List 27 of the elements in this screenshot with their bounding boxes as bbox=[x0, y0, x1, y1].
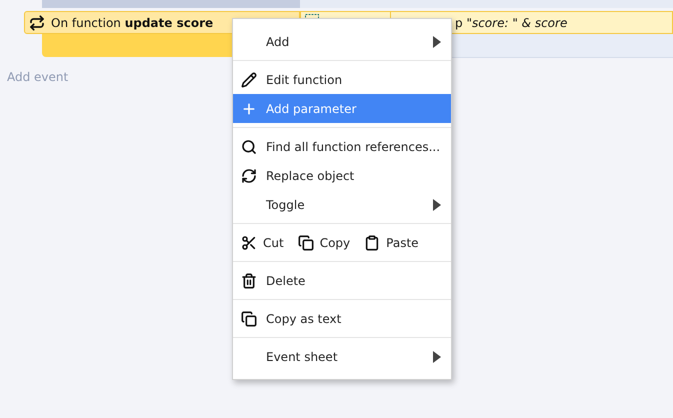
condition-text: On function update score bbox=[51, 16, 214, 30]
menu-item[interactable]: Replace object bbox=[233, 161, 451, 190]
copy-icon bbox=[241, 310, 257, 326]
submenu-caret-icon bbox=[433, 198, 441, 210]
menu-item[interactable]: Edit function bbox=[233, 65, 451, 94]
scissors-icon bbox=[241, 234, 257, 250]
search-icon bbox=[241, 138, 257, 154]
menu-item[interactable]: Copy as text bbox=[233, 304, 451, 333]
trash-icon bbox=[241, 272, 257, 288]
menu-item[interactable]: Event sheet bbox=[233, 342, 451, 371]
plus-icon bbox=[241, 100, 257, 116]
copy-icon bbox=[298, 234, 314, 250]
text-object-icon bbox=[305, 14, 319, 20]
menu-item[interactable]: Toggle bbox=[233, 190, 451, 219]
menu-button[interactable]: Paste bbox=[364, 234, 419, 250]
clipboard-icon bbox=[364, 234, 380, 250]
refresh-icon bbox=[241, 168, 257, 184]
action-text: p "score: " & score bbox=[455, 16, 568, 30]
menu-item[interactable]: Delete bbox=[233, 266, 451, 295]
menu-button[interactable]: Cut bbox=[241, 234, 284, 250]
pencil-icon bbox=[241, 72, 257, 88]
menu-item[interactable]: Add parameter bbox=[233, 94, 451, 123]
menu-button[interactable]: Copy bbox=[298, 234, 350, 250]
repeat-icon bbox=[29, 14, 45, 30]
submenu-caret-icon bbox=[433, 36, 441, 48]
menu-item[interactable]: Find all function references... bbox=[233, 132, 451, 161]
submenu-caret-icon bbox=[433, 350, 441, 362]
